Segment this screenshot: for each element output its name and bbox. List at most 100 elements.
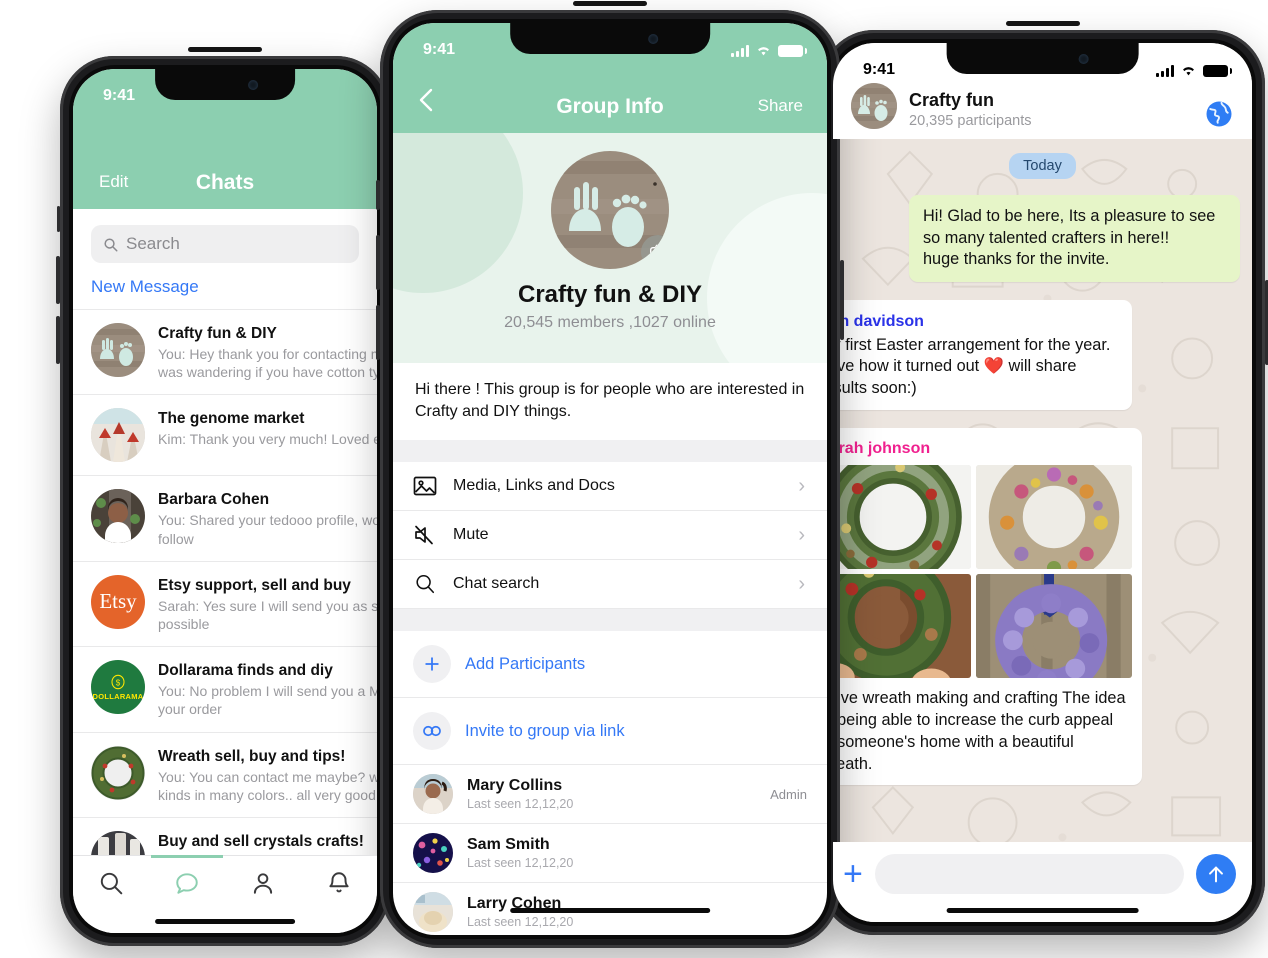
search-placeholder: Search: [126, 234, 180, 253]
chat-preview: Kim: Thank you very much! Loved ev: [158, 431, 377, 448]
add-participants-label: Add Participants: [465, 654, 586, 673]
message-text: My first Easter arrangement for the year…: [833, 335, 1111, 397]
avatar-sam-icon: [413, 833, 453, 874]
message-list[interactable]: Today Hi! Glad to be here, Its a pleasur…: [833, 139, 1252, 842]
share-button[interactable]: Share: [758, 96, 803, 116]
phone1-volume-up[interactable]: [56, 256, 60, 304]
phone2-volume-up[interactable]: [376, 235, 380, 290]
phone3-speaker: [1005, 21, 1080, 26]
camera-icon: [650, 244, 666, 260]
chat-name: Buy and sell crystals crafts!: [158, 832, 364, 850]
message-sender: Sarah johnson: [833, 440, 931, 458]
chevron-right-icon: ›: [798, 474, 805, 497]
avatar: $ DOLLARAMA: [91, 660, 145, 715]
phone1-volume-down[interactable]: [56, 316, 60, 364]
sidebar-item-profile[interactable]: [225, 870, 301, 896]
list-item[interactable]: Mary Collins Last seen 12,12,20 Admin: [393, 765, 827, 825]
chat-name: Etsy support, sell and buy: [158, 576, 351, 594]
phone1-mute-switch[interactable]: [57, 206, 60, 232]
phone2-notch: [510, 23, 710, 54]
phone2-speaker: [573, 1, 647, 6]
svg-text:$: $: [116, 678, 121, 687]
link-icon: [413, 712, 451, 751]
avatar-gnomes-icon: [91, 408, 145, 463]
group-hero: Crafty fun & DIY 20,545 members ,1027 on…: [393, 133, 827, 363]
add-participants-button[interactable]: Add Participants: [393, 631, 827, 699]
search-icon: [416, 575, 435, 594]
new-message-link[interactable]: New Message: [73, 263, 377, 310]
send-button[interactable]: [1196, 854, 1236, 894]
avatar: [91, 408, 145, 463]
section-divider: [393, 440, 827, 463]
wreath-pinecone-image: [833, 574, 971, 679]
media-thumbnail[interactable]: [833, 465, 971, 570]
battery-icon: [1203, 64, 1232, 77]
message-input[interactable]: [874, 854, 1184, 894]
media-thumbnail[interactable]: [976, 465, 1132, 570]
chat-preview: You: Hey thank you for contacting me, I …: [158, 346, 377, 381]
phone2-volume-down[interactable]: [376, 305, 380, 360]
menu-item-mute[interactable]: Mute ›: [393, 511, 827, 561]
phone-chats-list: 9:41 Edit Chats Search New Message Craft…: [56, 47, 390, 946]
group-members-count: 20,545 members ,1027 online: [504, 314, 716, 331]
media-grid[interactable]: [833, 465, 1132, 679]
globe-icon[interactable]: [1204, 99, 1234, 129]
list-item[interactable]: $ DOLLARAMA Dollarama finds and diy You:…: [73, 647, 377, 733]
chat-name: Dollarama finds and diy: [158, 662, 333, 680]
group-avatar[interactable]: [551, 151, 669, 269]
media-thumbnail[interactable]: [833, 574, 971, 679]
member-last-seen: Last seen 12,12,20: [467, 797, 574, 812]
avatar-woman-icon: [91, 489, 145, 544]
list-item[interactable]: Crafty fun & DIY You: Hey thank you for …: [73, 310, 377, 396]
dollarama-wordmark: DOLLARAMA: [92, 691, 144, 701]
list-item[interactable]: Etsy Etsy support, sell and buy Sarah: Y…: [73, 562, 377, 648]
etsy-logo-icon: Etsy: [99, 589, 137, 614]
chat-preview: You: No problem I will send you a Mat yo…: [158, 683, 377, 718]
phone1-speaker: [188, 47, 262, 52]
status-icons: [731, 44, 807, 57]
menu-item-chat-search[interactable]: Chat search ›: [393, 560, 827, 610]
avatar: [91, 745, 145, 800]
chat-bubble-icon: [176, 873, 198, 894]
sidebar-item-notifications[interactable]: [301, 870, 377, 896]
list-item[interactable]: Sam Smith Last seen 12,12,20: [393, 824, 827, 884]
avatar[interactable]: [851, 83, 897, 129]
chevron-right-icon: ›: [798, 572, 805, 595]
group-name: Crafty fun & DIY: [517, 281, 702, 308]
search-input[interactable]: Search: [91, 225, 359, 263]
list-item[interactable]: The genome market Kim: Thank you very mu…: [73, 395, 377, 477]
invite-via-link-button[interactable]: Invite to group via link: [393, 698, 827, 766]
avatar-wreath-icon: [91, 745, 145, 800]
message-bubble-incoming: Kim davidson My first Easter arrangement…: [833, 299, 1132, 411]
phone2-power-button[interactable]: [840, 260, 844, 340]
plus-icon: [413, 645, 451, 684]
front-camera-icon: [647, 34, 658, 44]
wreath-dried-flowers-image: [976, 465, 1132, 570]
conversation-title: Crafty fun: [909, 90, 994, 110]
menu-item-media[interactable]: Media, Links and Docs ›: [393, 462, 827, 512]
phone2-mute-switch[interactable]: [376, 180, 380, 210]
sidebar-item-search[interactable]: [73, 870, 149, 896]
phone1-home-indicator: [155, 919, 295, 924]
phone-group-info: 9:41 Group Info Share Crafty fun & DIY 2…: [376, 1, 844, 948]
member-last-seen: Last seen 12,12,20: [467, 856, 574, 871]
list-item[interactable]: Barbara Cohen You: Shared your tedooo pr…: [73, 476, 377, 562]
group-description: Hi there ! This group is for people who …: [415, 381, 805, 420]
battery-icon: [778, 44, 807, 57]
chat-list[interactable]: Crafty fun & DIY You: Hey thank you for …: [73, 310, 377, 904]
cellular-signal-icon: [731, 44, 749, 57]
phone3-notch: [946, 43, 1139, 74]
avatar: [413, 892, 453, 933]
media-thumbnail[interactable]: [976, 574, 1132, 679]
photo-icon: [413, 476, 437, 496]
menu-item-label: Chat search: [453, 575, 540, 593]
change-photo-button[interactable]: [641, 235, 669, 269]
mute-icon: [415, 525, 433, 545]
avatar-larry-icon: [413, 892, 453, 933]
phone1-notch: [155, 69, 295, 100]
sidebar-item-chats[interactable]: [149, 870, 225, 896]
avatar: [91, 323, 145, 377]
list-item[interactable]: Wreath sell, buy and tips! You: You can …: [73, 733, 377, 818]
chat-name: Wreath sell, buy and tips!: [158, 747, 346, 765]
phone-mockup-scene: 9:41 Edit Chats Search New Message Craft…: [0, 0, 1268, 958]
